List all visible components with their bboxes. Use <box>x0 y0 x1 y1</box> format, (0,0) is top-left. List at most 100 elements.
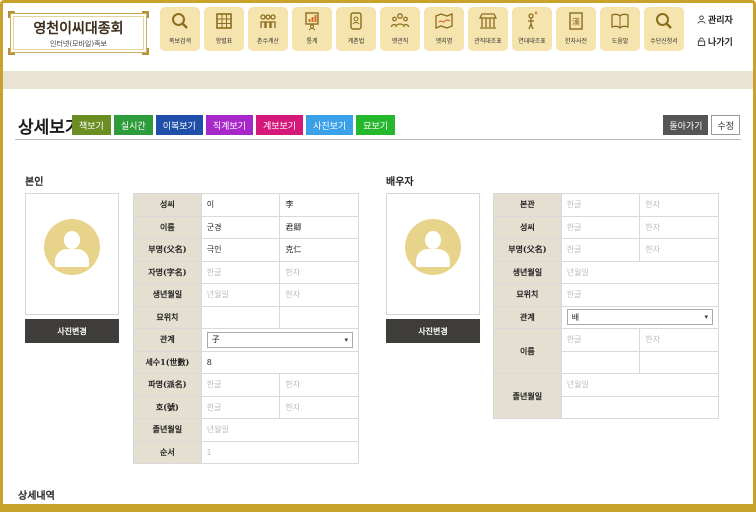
order-input[interactable]: 1 <box>200 440 360 464</box>
row-label: 이름 <box>493 328 562 374</box>
courtesy-name-hanja-input[interactable]: 한자 <box>279 260 359 284</box>
death-date-extra-input[interactable] <box>560 395 720 419</box>
grave-location-input[interactable]: 한글 <box>560 283 720 307</box>
avatar-placeholder-icon <box>405 219 461 275</box>
nav-old-offices[interactable]: 엣관직 <box>380 7 420 51</box>
chart-board-icon <box>305 12 319 31</box>
nav-label: 족보검색 <box>168 38 192 45</box>
surname-hanja-field[interactable]: 李 <box>279 193 359 217</box>
row-label: 세수1(世數) <box>133 350 202 374</box>
nav-kinship-rules[interactable]: 계촌법 <box>336 7 376 51</box>
utility-menu: 관리자 나가기 <box>697 13 733 57</box>
back-button[interactable]: 돌아가기 <box>663 115 709 135</box>
pen-name-hangul-input[interactable]: 한글 <box>200 395 281 419</box>
row-label: 관계 <box>133 328 202 352</box>
nav-old-place-names[interactable]: 엣지명 <box>424 7 464 51</box>
grave-location-hanja-input[interactable] <box>279 305 359 329</box>
name-hanja-input[interactable]: 한자 <box>639 328 719 352</box>
nav-kinship-calc[interactable]: 촌수계산 <box>248 7 288 51</box>
birth-date-input[interactable]: 년월일 <box>200 283 281 307</box>
self-photo-box <box>25 193 119 315</box>
birth-date-hanja-input[interactable]: 한자 <box>279 283 359 307</box>
row-label: 순서 <box>133 440 202 464</box>
row-label: 묘위치 <box>133 305 202 329</box>
table-row: 생년월일 년월일 한자 <box>133 283 359 307</box>
death-date-input[interactable]: 년월일 <box>560 373 720 397</box>
nav-hanja-dict[interactable]: 漢 한자사전 <box>556 7 596 51</box>
self-change-photo-button[interactable]: 사진변경 <box>25 319 119 343</box>
nav-office-table[interactable]: 관직대조표 <box>468 7 508 51</box>
family-icon <box>260 14 276 28</box>
relation-value: 배 <box>571 312 580 322</box>
tab-realtime[interactable]: 실시간 <box>113 115 153 135</box>
branch-name-hangul-input[interactable]: 한글 <box>200 373 281 397</box>
svg-text:漢: 漢 <box>572 17 580 27</box>
name-extra-hanja-input[interactable] <box>639 350 719 374</box>
name-hanja-field[interactable]: 君卿 <box>279 215 359 239</box>
surname-hangul-input[interactable]: 한글 <box>560 215 641 239</box>
father-name-hanja-input[interactable]: 한자 <box>639 238 719 262</box>
edit-button[interactable]: 수정 <box>711 115 740 135</box>
name-hangul-input[interactable]: 한글 <box>560 328 641 352</box>
frame-bottom-bar <box>0 504 756 512</box>
table-row: 묘위치 한글 <box>493 283 720 307</box>
grave-location-input[interactable] <box>200 305 281 329</box>
nav-label: 한자사전 <box>564 38 588 45</box>
title-divider <box>15 139 741 140</box>
table-row: 관계 배 ▾ <box>493 305 720 329</box>
table-row: 세수1(世數) 8 <box>133 350 360 374</box>
nav-genealogy-search[interactable]: 족보검색 <box>160 7 200 51</box>
row-label: 파명(派名) <box>133 373 202 397</box>
view-tabs: 책보기 실시간 이복보기 직계보기 계보보기 사진보기 묘보기 <box>72 115 396 135</box>
nav-help[interactable]: 도움말 <box>600 7 640 51</box>
name-hangul-field[interactable]: 군경 <box>200 215 281 239</box>
table-row: 이름 한글 한자 <box>493 328 719 374</box>
father-name-hangul-input[interactable]: 한글 <box>560 238 641 262</box>
clan-origin-hangul-input[interactable]: 한글 <box>560 193 641 217</box>
surname-hangul-field[interactable]: 이 <box>200 193 281 217</box>
generation-number-field[interactable]: 8 <box>200 350 360 374</box>
row-label: 졸년월일 <box>493 373 562 419</box>
admin-link[interactable]: 관리자 <box>697 13 733 26</box>
tab-lineal-view[interactable]: 직계보기 <box>205 115 253 135</box>
row-label: 부명(父名) <box>133 238 202 262</box>
chevron-down-icon: ▾ <box>704 313 708 322</box>
name-extra-input[interactable] <box>560 350 641 374</box>
site-logo[interactable]: 영천이씨대종회 인터넷(모바일)족보 <box>8 11 149 55</box>
surname-hanja-input[interactable]: 한자 <box>639 215 719 239</box>
logo-subtitle: 인터넷(모바일)족보 <box>50 40 107 48</box>
row-label: 본관 <box>493 193 562 217</box>
person-torch-icon <box>528 11 538 30</box>
branch-name-hanja-input[interactable]: 한자 <box>279 373 359 397</box>
nav-application-form[interactable]: 수단신청서 <box>644 7 684 51</box>
tab-photo-view[interactable]: 사진보기 <box>306 115 354 135</box>
tab-half-sibling-view[interactable]: 이복보기 <box>155 115 203 135</box>
death-date-input[interactable]: 년월일 <box>200 418 360 442</box>
self-section-label: 본인 <box>25 177 44 188</box>
table-row: 묘위치 <box>133 305 359 329</box>
logout-link[interactable]: 나가기 <box>697 35 733 48</box>
nav-era-table[interactable]: 연대대조표 <box>512 7 552 51</box>
nav-label: 촌수계산 <box>256 38 280 45</box>
father-name-hanja-field[interactable]: 克仁 <box>279 238 359 262</box>
spouse-change-photo-button[interactable]: 사진변경 <box>386 319 480 343</box>
relation-select[interactable]: 子 ▾ <box>206 331 353 348</box>
nav-statistics[interactable]: 통계 <box>292 7 332 51</box>
relation-select[interactable]: 배 ▾ <box>566 309 713 326</box>
nav-label: 통계 <box>306 38 318 45</box>
dictionary-icon: 漢 <box>569 12 583 30</box>
nav-generation-table[interactable]: 항렬표 <box>204 7 244 51</box>
courtesy-name-hangul-input[interactable]: 한글 <box>200 260 281 284</box>
table-row: 졸년월일 년월일 <box>493 373 720 419</box>
father-name-hangul-field[interactable]: 극인 <box>200 238 281 262</box>
tab-book-view[interactable]: 책보기 <box>72 115 111 135</box>
lock-icon <box>697 37 706 46</box>
birth-date-input[interactable]: 년월일 <box>560 260 720 284</box>
tab-genealogy-view[interactable]: 계보보기 <box>255 115 304 135</box>
pen-name-hanja-input[interactable]: 한자 <box>279 395 359 419</box>
clan-origin-hanja-input[interactable]: 한자 <box>639 193 719 217</box>
header: 영천이씨대종회 인터넷(모바일)족보 족보검색 항렬표 촌수계산 통계 계촌법 … <box>3 3 753 65</box>
tab-grave-view[interactable]: 묘보기 <box>356 115 396 135</box>
row-label: 관계 <box>493 305 562 329</box>
search-icon <box>172 13 188 29</box>
